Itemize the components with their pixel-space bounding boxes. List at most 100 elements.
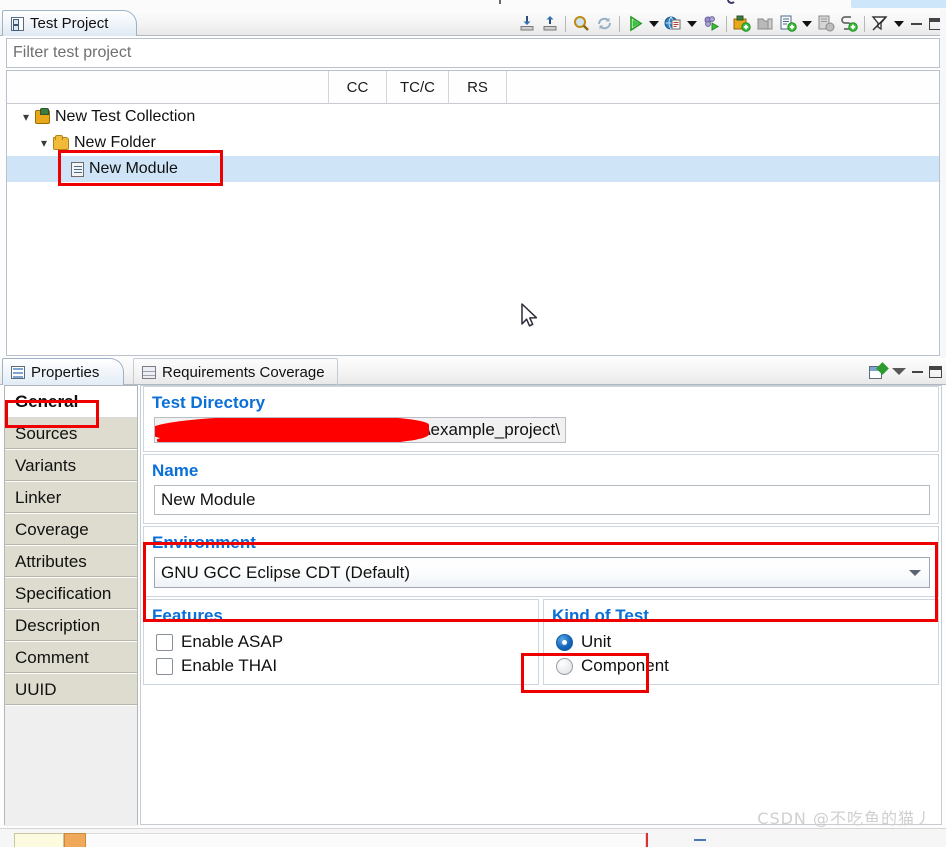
new-collection-icon[interactable] (731, 13, 753, 35)
toolbar-separator (565, 15, 566, 32)
environment-label: Environment (152, 533, 256, 552)
name-label: Name (152, 461, 199, 480)
toolbar-separator (864, 15, 865, 32)
sidebar-empty-area (5, 706, 137, 826)
filter-input[interactable]: Filter test project (6, 38, 940, 68)
sidebar-item-specification[interactable]: Specification (5, 578, 137, 610)
sidebar-item-sources[interactable]: Sources (5, 418, 137, 450)
properties-panel-tools (869, 360, 942, 383)
pin-editor-icon[interactable] (869, 361, 889, 380)
column-header-tcc[interactable]: TC/C (387, 71, 449, 103)
sidebar-item-label: Linker (15, 487, 62, 507)
radio-label: Component (581, 656, 669, 675)
view-menu-icon[interactable] (892, 368, 906, 375)
checkbox-enable-asap[interactable]: Enable ASAP (144, 630, 538, 654)
environment-value: GNU GCC Eclipse CDT (Default) (161, 562, 411, 582)
radio-unit[interactable]: Unit (544, 630, 938, 654)
properties-icon (11, 365, 25, 379)
tab-requirements-coverage-label: Requirements Coverage (162, 363, 325, 381)
toolbar-separator (726, 15, 727, 32)
chevron-down-icon[interactable]: ▾ (35, 136, 53, 150)
tab-requirements-coverage[interactable]: Requirements Coverage (133, 358, 338, 385)
search-icon[interactable] (570, 13, 592, 35)
test-project-tab-bar: Test Project (0, 10, 946, 36)
toolbar-remnant-highlight (851, 0, 946, 8)
expand-all-icon[interactable] (539, 13, 561, 35)
sidebar-item-general[interactable]: General (5, 386, 137, 418)
checkbox-label: Enable THAI (181, 656, 278, 675)
checkbox-enable-thai[interactable]: Enable THAI (144, 654, 538, 684)
tree-node-new-module[interactable]: New Module (7, 156, 939, 182)
features-label: Features (152, 606, 223, 625)
run-dropdown-icon[interactable] (649, 20, 659, 27)
report-dropdown-icon[interactable] (687, 20, 697, 27)
status-segment-b (64, 833, 86, 847)
column-header-rs[interactable]: RS (449, 71, 507, 103)
checkbox-icon[interactable] (156, 657, 173, 675)
toolbar-remnant-b (727, 0, 736, 4)
chevron-down-icon[interactable]: ▾ (17, 110, 35, 124)
debug-icon[interactable] (700, 13, 722, 35)
test-project-view: Test Project Filter test project CC TC/C… (0, 10, 946, 358)
maximize-icon[interactable] (929, 365, 942, 378)
sidebar-item-attributes[interactable]: Attributes (5, 546, 137, 578)
general-properties-content: Test Directory \example_project\ Name Ne… (140, 385, 942, 825)
sidebar-item-description[interactable]: Description (5, 610, 137, 642)
properties-view: Properties Requirements Coverage General… (0, 358, 946, 828)
name-group: Name New Module (143, 454, 939, 524)
status-dash (694, 839, 706, 841)
test-directory-group: Test Directory \example_project\ (143, 386, 939, 452)
filter-dropdown-icon[interactable] (894, 20, 904, 27)
tree-node-new-test-collection[interactable]: ▾ New Test Collection (7, 104, 939, 130)
chevron-down-icon (909, 569, 921, 576)
column-header-cc[interactable]: CC (329, 71, 387, 103)
report-icon[interactable] (662, 13, 684, 35)
radio-unselected-icon[interactable] (556, 657, 573, 675)
filter-icon[interactable] (869, 13, 891, 35)
sidebar-item-coverage[interactable]: Coverage (5, 514, 137, 546)
environment-select[interactable]: GNU GCC Eclipse CDT (Default) (154, 557, 930, 588)
test-directory-field: \example_project\ (154, 417, 566, 443)
run-icon[interactable] (624, 13, 646, 35)
checkbox-label: Enable ASAP (181, 632, 284, 651)
tree-node-new-folder[interactable]: ▾ New Folder (7, 130, 939, 156)
new-module-dropdown-icon[interactable] (802, 20, 812, 27)
toolbar-remnant-a (499, 0, 501, 4)
minimize-icon[interactable] (912, 370, 923, 373)
radio-selected-icon[interactable] (556, 633, 573, 651)
folder-icon (53, 134, 69, 150)
new-folder-icon[interactable] (754, 13, 776, 35)
sidebar-item-label: Description (15, 615, 101, 635)
kind-of-test-label: Kind of Test (552, 606, 649, 625)
tree-scroll-rail[interactable] (940, 10, 946, 358)
kind-of-test-group: Kind of Test Unit Component (543, 599, 939, 685)
sidebar-item-variants[interactable]: Variants (5, 450, 137, 482)
tree-node-label: New Folder (74, 134, 156, 151)
new-document-icon[interactable] (815, 13, 837, 35)
radio-component[interactable]: Component (544, 654, 938, 684)
checkbox-icon[interactable] (156, 633, 173, 651)
new-module-icon[interactable] (777, 13, 799, 35)
sidebar-item-uuid[interactable]: UUID (5, 674, 137, 706)
link-icon[interactable] (838, 13, 860, 35)
tree-rows: ▾ New Test Collection ▾ New Folder New M… (7, 104, 939, 182)
tab-properties[interactable]: Properties (2, 358, 125, 385)
sidebar-item-comment[interactable]: Comment (5, 642, 137, 674)
refresh-icon[interactable] (593, 13, 615, 35)
sidebar-item-label: Specification (15, 583, 112, 603)
test-directory-label: Test Directory (152, 393, 266, 412)
test-collection-icon (35, 108, 50, 124)
name-input[interactable]: New Module (154, 485, 930, 515)
properties-tab-bar: Properties Requirements Coverage (0, 358, 946, 385)
test-project-icon (11, 16, 24, 31)
status-marker (646, 833, 648, 847)
sidebar-item-linker[interactable]: Linker (5, 482, 137, 514)
requirements-coverage-icon (142, 365, 156, 379)
tree-column-header: CC TC/C RS (7, 71, 939, 104)
minimize-icon[interactable] (907, 14, 925, 34)
sidebar-item-label: UUID (15, 679, 57, 699)
sidebar-item-label: Sources (15, 423, 78, 443)
tab-test-project[interactable]: Test Project (2, 10, 138, 36)
toolbar-separator (619, 15, 620, 32)
collapse-all-icon[interactable] (516, 13, 538, 35)
